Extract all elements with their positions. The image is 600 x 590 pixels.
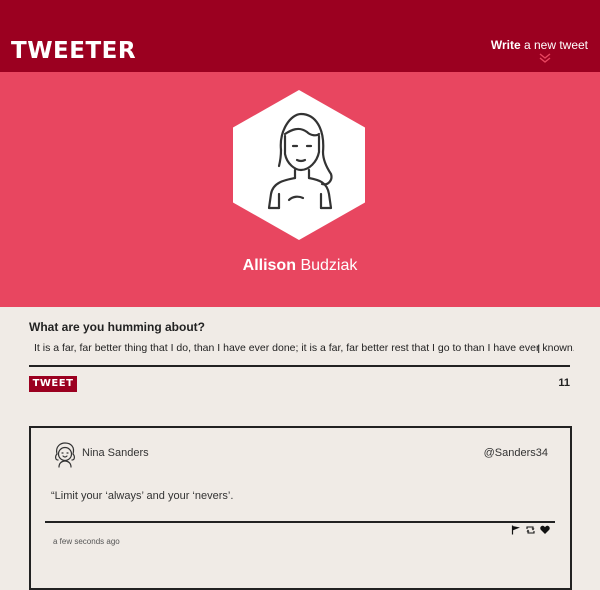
tweet-author-name: Nina Sanders [82, 447, 149, 459]
write-link-bold: Write [490, 38, 521, 52]
profile-name: Allison Budziak [0, 257, 600, 275]
profile-avatar [233, 90, 365, 240]
character-counter: 11 [558, 377, 570, 389]
tweet-card: Nina Sanders @Sanders34 “Limit your ‘alw… [29, 426, 572, 590]
last-name: Budziak [300, 257, 358, 274]
write-link-rest: a new tweet [520, 38, 588, 52]
compose-prompt: What are you humming about? [29, 320, 205, 334]
author-avatar [55, 442, 75, 468]
heart-icon[interactable] [540, 525, 550, 535]
top-nav-bar: TWEETER Write a new tweet [0, 0, 600, 72]
tweet-timestamp: a few seconds ago [53, 537, 120, 546]
tweet-divider [45, 521, 555, 523]
flag-icon[interactable] [511, 525, 521, 535]
compose-divider [29, 365, 570, 367]
text-cursor-icon: I [537, 342, 541, 356]
tweet-author-handle: @Sanders34 [483, 447, 548, 459]
retweet-icon[interactable] [525, 525, 536, 535]
first-name: Allison [242, 257, 296, 274]
app-logo[interactable]: TWEETER [11, 38, 136, 64]
tweet-textarea[interactable]: It is a far, far better thing that I do,… [30, 338, 574, 358]
write-new-tweet-link[interactable]: Write a new tweet [491, 38, 588, 52]
tweet-button[interactable]: TWEET [29, 376, 77, 392]
tweet-actions [511, 525, 550, 535]
tweet-text: “Limit your ‘always’ and your ‘nevers’. [51, 490, 234, 502]
chevron-down-icon[interactable] [538, 51, 552, 65]
